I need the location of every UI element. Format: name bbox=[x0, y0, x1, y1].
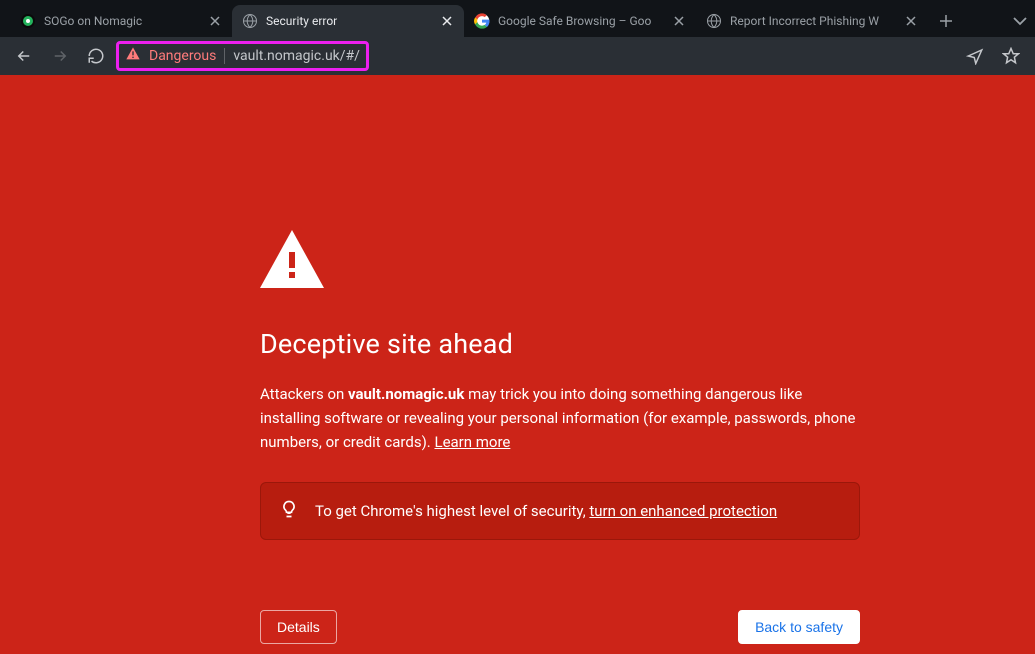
back-to-safety-button[interactable]: Back to safety bbox=[738, 610, 860, 644]
tab-safe-browsing[interactable]: Google Safe Browsing – Goo bbox=[464, 5, 696, 37]
lightbulb-icon bbox=[279, 499, 299, 523]
banner-prefix: To get Chrome's highest level of securit… bbox=[315, 502, 589, 520]
close-icon[interactable] bbox=[672, 14, 686, 28]
tab-security-error[interactable]: Security error bbox=[232, 5, 464, 37]
separator bbox=[224, 48, 225, 64]
interstitial-content: Deceptive site ahead Attackers on vault.… bbox=[0, 75, 1035, 654]
enhanced-protection-link[interactable]: turn on enhanced protection bbox=[589, 502, 777, 520]
tab-report-phishing[interactable]: Report Incorrect Phishing W bbox=[696, 5, 928, 37]
enhanced-protection-banner: To get Chrome's highest level of securit… bbox=[260, 482, 860, 540]
interstitial-title: Deceptive site ahead bbox=[260, 328, 860, 360]
reload-button[interactable] bbox=[80, 40, 112, 72]
close-icon[interactable] bbox=[904, 14, 918, 28]
favicon-icon bbox=[20, 13, 36, 29]
toolbar: Dangerous vault.nomagic.uk/#/ bbox=[0, 37, 1035, 75]
all-tabs-button[interactable] bbox=[1005, 5, 1035, 37]
back-button[interactable] bbox=[8, 40, 40, 72]
globe-icon bbox=[706, 13, 722, 29]
omnibox[interactable]: Dangerous vault.nomagic.uk/#/ bbox=[116, 41, 369, 71]
new-tab-button[interactable] bbox=[932, 7, 960, 35]
banner-text: To get Chrome's highest level of securit… bbox=[315, 502, 777, 520]
tab-bar: SOGo on Nomagic Security error Google Sa… bbox=[0, 0, 1035, 37]
forward-button[interactable] bbox=[44, 40, 76, 72]
tab-title: Google Safe Browsing – Goo bbox=[498, 14, 664, 28]
details-button[interactable]: Details bbox=[260, 610, 337, 644]
globe-icon bbox=[242, 13, 258, 29]
interstitial-body: Attackers on vault.nomagic.uk may trick … bbox=[260, 382, 860, 454]
warning-triangle-icon bbox=[260, 230, 860, 292]
bookmark-icon[interactable] bbox=[995, 40, 1027, 72]
interstitial-actions: Details Back to safety bbox=[260, 610, 860, 644]
tab-title: Report Incorrect Phishing W bbox=[730, 14, 896, 28]
send-icon[interactable] bbox=[959, 40, 991, 72]
body-domain: vault.nomagic.uk bbox=[348, 385, 464, 403]
url-text: vault.nomagic.uk/#/ bbox=[233, 48, 360, 64]
danger-icon bbox=[125, 46, 141, 66]
body-prefix: Attackers on bbox=[260, 385, 348, 403]
learn-more-link[interactable]: Learn more bbox=[434, 433, 510, 451]
google-icon bbox=[474, 13, 490, 29]
tab-sogo[interactable]: SOGo on Nomagic bbox=[10, 5, 232, 37]
dangerous-label: Dangerous bbox=[149, 48, 216, 64]
close-icon[interactable] bbox=[440, 14, 454, 28]
tab-title: SOGo on Nomagic bbox=[44, 14, 200, 28]
close-icon[interactable] bbox=[208, 14, 222, 28]
tab-title: Security error bbox=[266, 14, 432, 28]
